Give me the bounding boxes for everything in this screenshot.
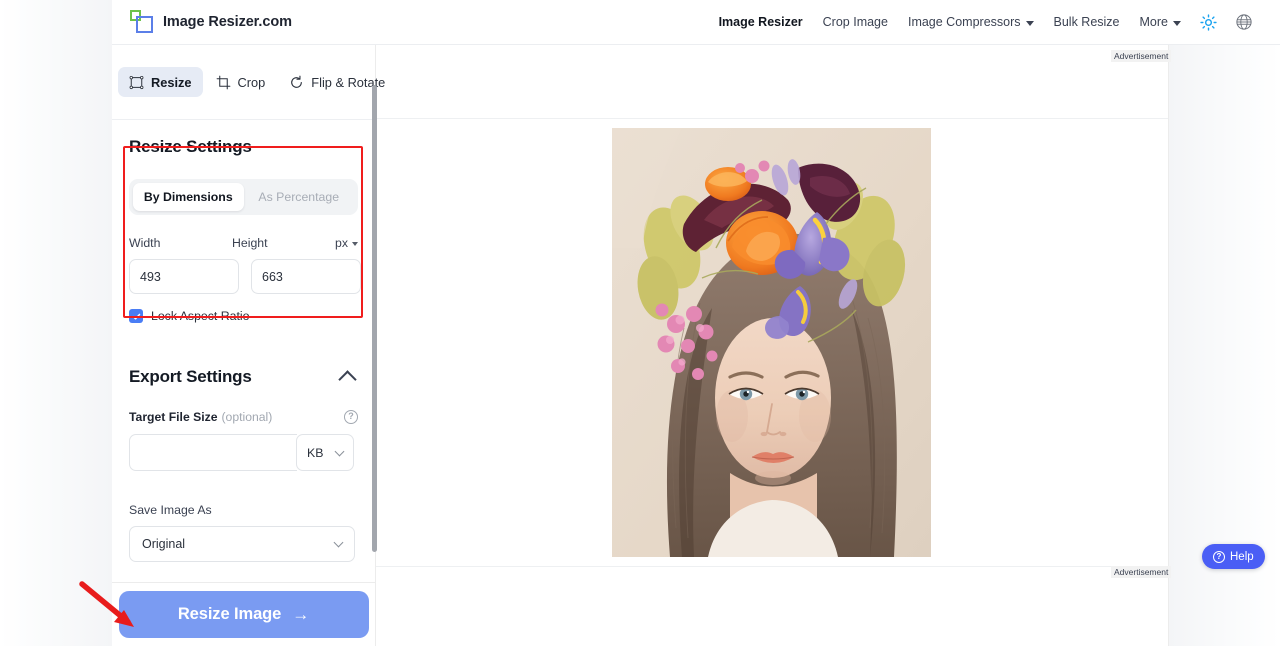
mode-by-dimensions[interactable]: By Dimensions bbox=[133, 183, 244, 211]
question-circle-icon: ? bbox=[1213, 550, 1225, 563]
unit-value: px bbox=[335, 236, 348, 250]
check-icon bbox=[132, 313, 140, 319]
target-file-size-optional: (optional) bbox=[221, 410, 273, 424]
action-bar: Resize Image → bbox=[112, 582, 376, 646]
dimension-labels-row: Width Height px bbox=[129, 236, 358, 250]
nav-item-crop-image[interactable]: Crop Image bbox=[813, 9, 898, 35]
app-root: Image Resizer.com Image Resizer Crop Ima… bbox=[0, 0, 1280, 646]
height-input[interactable] bbox=[251, 259, 361, 294]
lock-aspect-ratio-row[interactable]: Lock Aspect Ratio bbox=[129, 309, 358, 323]
annotation-arrow bbox=[79, 581, 134, 627]
editor-tabbar: Resize Crop Flip & Rotate bbox=[112, 45, 385, 120]
save-image-as-value: Original bbox=[142, 537, 186, 551]
height-label: Height bbox=[232, 236, 268, 250]
tab-label: Crop bbox=[237, 74, 266, 90]
brand-name: Image Resizer.com bbox=[163, 14, 292, 30]
nav-item-image-resizer[interactable]: Image Resizer bbox=[709, 9, 813, 35]
globe-icon bbox=[1236, 14, 1252, 30]
width-input[interactable] bbox=[129, 259, 239, 294]
page-gutter-left bbox=[0, 0, 112, 646]
nav-item-bulk-resize[interactable]: Bulk Resize bbox=[1044, 9, 1130, 35]
tab-label: Resize bbox=[151, 74, 192, 90]
panel-scrollbar-thumb[interactable] bbox=[372, 85, 377, 552]
chevron-down-icon bbox=[352, 242, 358, 246]
nav-item-more[interactable]: More bbox=[1130, 9, 1191, 35]
unit-select[interactable]: px bbox=[335, 236, 358, 250]
theme-toggle-button[interactable] bbox=[1191, 8, 1226, 37]
target-file-size-input-group: KB bbox=[129, 434, 358, 471]
preview-image-graphic bbox=[612, 128, 931, 557]
resize-logo-icon bbox=[130, 10, 154, 34]
chevron-down-icon bbox=[334, 446, 345, 456]
page-title: Resize Settings bbox=[129, 137, 252, 156]
sun-icon bbox=[1200, 13, 1217, 31]
resize-image-button-label: Resize Image bbox=[177, 605, 282, 623]
arrow-right-icon: → bbox=[292, 604, 310, 624]
target-file-size-label: Target File Size bbox=[129, 410, 218, 424]
settings-panel: Resize Settings By Dimensions As Percent… bbox=[112, 120, 376, 582]
ad-label-bottom: Advertisement bbox=[1111, 566, 1172, 578]
tab-resize[interactable]: Resize bbox=[118, 67, 203, 97]
nav-label: Crop Image bbox=[822, 15, 888, 29]
ad-label-top: Advertisement bbox=[1111, 50, 1172, 62]
crop-icon bbox=[216, 75, 230, 89]
dimension-inputs-row bbox=[129, 259, 361, 294]
resize-frame-icon bbox=[129, 75, 144, 89]
nav-label: Image Compressors bbox=[907, 15, 1021, 29]
save-image-as-select[interactable]: Original bbox=[129, 526, 355, 562]
chevron-up-icon[interactable] bbox=[338, 369, 357, 389]
resize-image-button[interactable]: Resize Image → bbox=[118, 591, 369, 638]
chevron-down-icon bbox=[1173, 20, 1181, 26]
site-header: Image Resizer.com Image Resizer Crop Ima… bbox=[112, 0, 1280, 45]
lock-aspect-ratio-label: Lock Aspect Ratio bbox=[151, 309, 250, 323]
nav-item-image-compressors[interactable]: Image Compressors bbox=[898, 9, 1044, 35]
target-file-size-input[interactable] bbox=[129, 434, 297, 471]
chevron-down-icon bbox=[1025, 20, 1034, 26]
panel-scrollbar[interactable] bbox=[372, 85, 379, 552]
rotate-icon bbox=[291, 75, 303, 88]
width-label: Width bbox=[129, 236, 161, 250]
file-size-unit-value: KB bbox=[307, 445, 324, 460]
target-file-size-row: Target File Size (optional) ? bbox=[129, 410, 358, 424]
nav-label: More bbox=[1139, 15, 1168, 29]
help-button[interactable]: ? Help bbox=[1202, 544, 1265, 569]
chevron-down-icon bbox=[333, 537, 344, 548]
export-settings-title: Export Settings bbox=[129, 367, 252, 386]
help-button-label: Help bbox=[1230, 550, 1254, 563]
save-image-as-label: Save Image As bbox=[129, 503, 212, 517]
brand[interactable]: Image Resizer.com bbox=[130, 10, 292, 34]
nav-label: Image Resizer bbox=[718, 15, 803, 29]
nav-label: Bulk Resize bbox=[1053, 15, 1120, 29]
resize-mode-segmented-control: By Dimensions As Percentage bbox=[129, 179, 358, 215]
question-circle-icon[interactable]: ? bbox=[344, 410, 358, 424]
preview-image[interactable] bbox=[612, 128, 931, 557]
lock-aspect-ratio-checkbox[interactable] bbox=[129, 309, 143, 323]
mode-as-percentage[interactable]: As Percentage bbox=[244, 183, 355, 211]
main-nav: Image Resizer Crop Image Image Compresso… bbox=[709, 7, 1280, 37]
language-button[interactable] bbox=[1226, 7, 1262, 37]
toolbar-spacer bbox=[376, 45, 1168, 119]
tab-crop[interactable]: Crop bbox=[205, 67, 277, 97]
export-settings-header[interactable]: Export Settings bbox=[129, 367, 358, 389]
file-size-unit-select[interactable]: KB bbox=[296, 434, 354, 471]
canvas-bottom-band bbox=[376, 566, 1168, 646]
